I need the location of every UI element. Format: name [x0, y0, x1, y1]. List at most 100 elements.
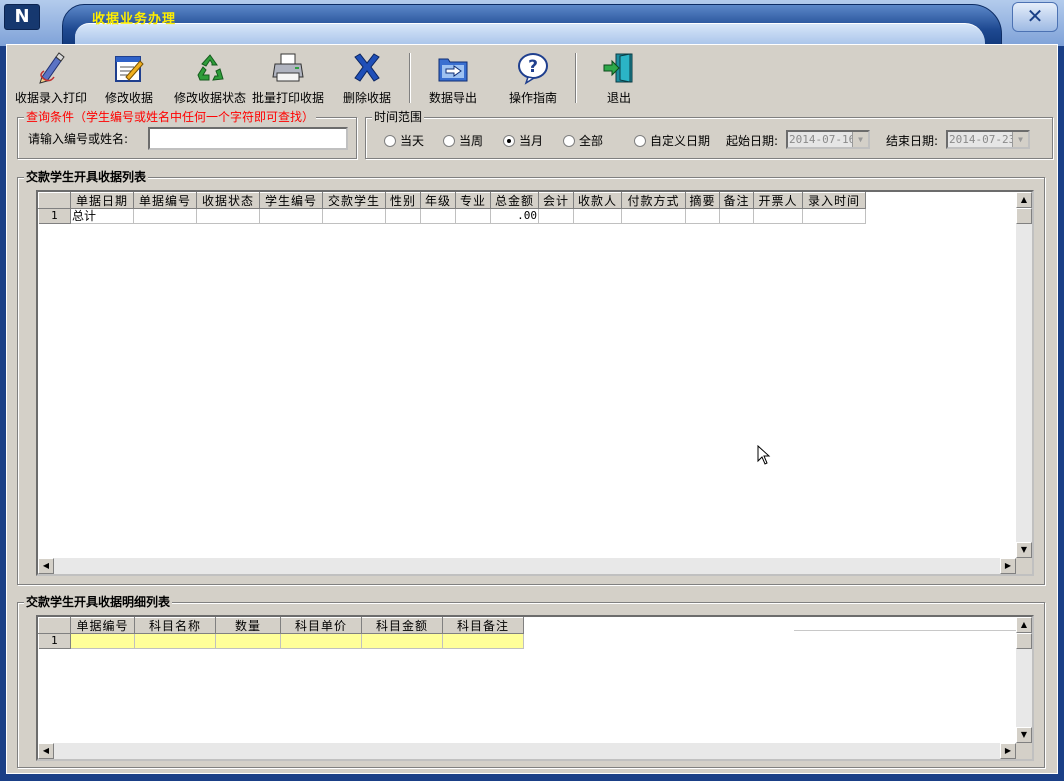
column-header[interactable]: 收据状态 [196, 192, 260, 209]
table-cell[interactable] [280, 633, 362, 649]
column-header[interactable]: 年级 [420, 192, 456, 209]
radio-label: 当周 [459, 134, 484, 148]
detail-table: 单据编号 科目名称 数量 科目单价 科目金额 科目备注 1 [38, 617, 524, 649]
column-header[interactable]: 录入时间 [802, 192, 866, 209]
column-header[interactable]: 学生编号 [259, 192, 323, 209]
search-input[interactable] [148, 127, 348, 150]
table-cell[interactable] [455, 208, 491, 224]
modify-status-label: 修改收据状态 [173, 91, 246, 105]
table-cell[interactable] [70, 633, 135, 649]
scroll-left-arrow-icon[interactable]: ◀ [38, 558, 54, 574]
scroll-right-arrow-icon[interactable]: ▶ [1000, 558, 1016, 574]
detail-list-legend: 交款学生开具收据明细列表 [24, 595, 173, 609]
table-cell[interactable] [573, 208, 622, 224]
column-header[interactable]: 科目单价 [280, 617, 362, 634]
scroll-thumb[interactable] [1016, 208, 1032, 224]
column-header[interactable]: 会计 [538, 192, 574, 209]
scroll-right-arrow-icon[interactable]: ▶ [1000, 743, 1016, 759]
table-cell[interactable] [134, 633, 216, 649]
column-header[interactable]: 科目名称 [134, 617, 216, 634]
table-cell[interactable] [385, 208, 421, 224]
detail-horizontal-scrollbar[interactable]: ◀ ▶ [38, 743, 1016, 759]
radio-dot-selected [503, 135, 515, 147]
table-cell[interactable] [259, 208, 323, 224]
radio-this-week[interactable]: 当周 [443, 132, 483, 148]
table-cell[interactable] [621, 208, 686, 224]
column-header[interactable]: 备注 [719, 192, 754, 209]
edit-document-icon [115, 56, 144, 82]
dropdown-arrow-icon[interactable]: ▼ [852, 132, 868, 147]
column-header[interactable]: 总金额 [490, 192, 539, 209]
detail-grid[interactable]: 单据编号 科目名称 数量 科目单价 科目金额 科目备注 1 ▲ ▼ ◀ ▶ [36, 615, 1034, 761]
receipt-grid[interactable]: 单据日期 单据编号 收据状态 学生编号 交款学生 性别 年级 专业 总金额 会计 收款人 付款方式 摘要… [36, 190, 1034, 576]
table-cell[interactable] [322, 208, 386, 224]
start-date-value: 2014-07-16 [789, 133, 856, 146]
column-header[interactable]: 单据日期 [70, 192, 134, 209]
batch-print-button[interactable]: 批量打印收据 [250, 51, 326, 105]
main-panel: 收据录入打印 修改收据 修改收据状态 批量打印收据 删除收据 数据导出 ? 操作… [6, 44, 1058, 774]
table-cell[interactable] [685, 208, 720, 224]
table-cell[interactable] [802, 208, 866, 224]
scroll-up-arrow-icon[interactable]: ▲ [1016, 192, 1032, 208]
column-header[interactable]: 付款方式 [621, 192, 686, 209]
pen-icon [39, 52, 65, 84]
table-cell[interactable] [442, 633, 524, 649]
radio-dot [634, 135, 646, 147]
radio-custom-date[interactable]: 自定义日期 [634, 132, 710, 148]
column-header[interactable]: 数量 [215, 617, 281, 634]
column-header[interactable]: 收款人 [573, 192, 622, 209]
modify-receipt-button[interactable]: 修改收据 [99, 51, 159, 105]
detail-vertical-scrollbar[interactable]: ▲ ▼ [1016, 617, 1032, 743]
radio-this-month[interactable]: 当月 [503, 132, 543, 148]
scroll-up-arrow-icon[interactable]: ▲ [1016, 617, 1032, 633]
table-cell[interactable]: .00 [490, 208, 539, 224]
column-header[interactable]: 开票人 [753, 192, 803, 209]
column-header[interactable]: 科目金额 [361, 617, 443, 634]
table-cell[interactable] [719, 208, 754, 224]
start-date-picker[interactable]: 2014-07-16 ▼ [786, 130, 870, 149]
exit-button[interactable]: 退出 [599, 51, 639, 105]
radio-today[interactable]: 当天 [384, 132, 424, 148]
scrollbar-corner [1016, 743, 1032, 759]
entry-print-button[interactable]: 收据录入打印 [9, 51, 93, 105]
table-cell[interactable] [753, 208, 803, 224]
table-cell[interactable]: 总计 [70, 208, 134, 224]
column-header[interactable]: 专业 [455, 192, 491, 209]
table-row[interactable]: 1 总计 .00 [38, 208, 866, 224]
batch-print-label: 批量打印收据 [251, 91, 324, 105]
scroll-down-arrow-icon[interactable]: ▼ [1016, 542, 1032, 558]
modify-status-button[interactable]: 修改收据状态 [171, 51, 249, 105]
column-header[interactable]: 单据编号 [133, 192, 197, 209]
column-header[interactable]: 交款学生 [322, 192, 386, 209]
table-cell[interactable] [215, 633, 281, 649]
scroll-down-arrow-icon[interactable]: ▼ [1016, 727, 1032, 743]
table-cell[interactable] [361, 633, 443, 649]
radio-all[interactable]: 全部 [563, 132, 603, 148]
radio-label: 当天 [400, 134, 425, 148]
table-cell[interactable] [538, 208, 574, 224]
end-date-picker[interactable]: 2014-07-23 ▼ [946, 130, 1030, 149]
receipt-horizontal-scrollbar[interactable]: ◀ ▶ [38, 558, 1016, 574]
scroll-left-arrow-icon[interactable]: ◀ [38, 743, 54, 759]
detail-header-row: 单据编号 科目名称 数量 科目单价 科目金额 科目备注 [38, 617, 524, 634]
receipt-vertical-scrollbar[interactable]: ▲ ▼ [1016, 192, 1032, 558]
table-cell[interactable] [133, 208, 197, 224]
export-data-button[interactable]: 数据导出 [423, 51, 483, 105]
table-cell[interactable] [196, 208, 260, 224]
toolbar: 收据录入打印 修改收据 修改收据状态 批量打印收据 删除收据 数据导出 ? 操作… [7, 45, 1057, 107]
column-header[interactable]: 摘要 [685, 192, 720, 209]
exit-label: 退出 [606, 91, 631, 105]
delete-receipt-button[interactable]: 删除收据 [337, 51, 397, 105]
radio-dot [443, 135, 455, 147]
guide-button[interactable]: ? 操作指南 [503, 51, 563, 105]
title-tab [62, 4, 1002, 46]
delete-x-icon [354, 53, 380, 82]
scroll-thumb[interactable] [1016, 633, 1032, 649]
column-header[interactable]: 性别 [385, 192, 421, 209]
table-cell[interactable] [420, 208, 456, 224]
column-header[interactable]: 科目备注 [442, 617, 524, 634]
column-header[interactable]: 单据编号 [70, 617, 135, 634]
close-button[interactable]: ✕ [1012, 2, 1058, 32]
table-row[interactable]: 1 [38, 633, 524, 649]
dropdown-arrow-icon[interactable]: ▼ [1012, 132, 1028, 147]
